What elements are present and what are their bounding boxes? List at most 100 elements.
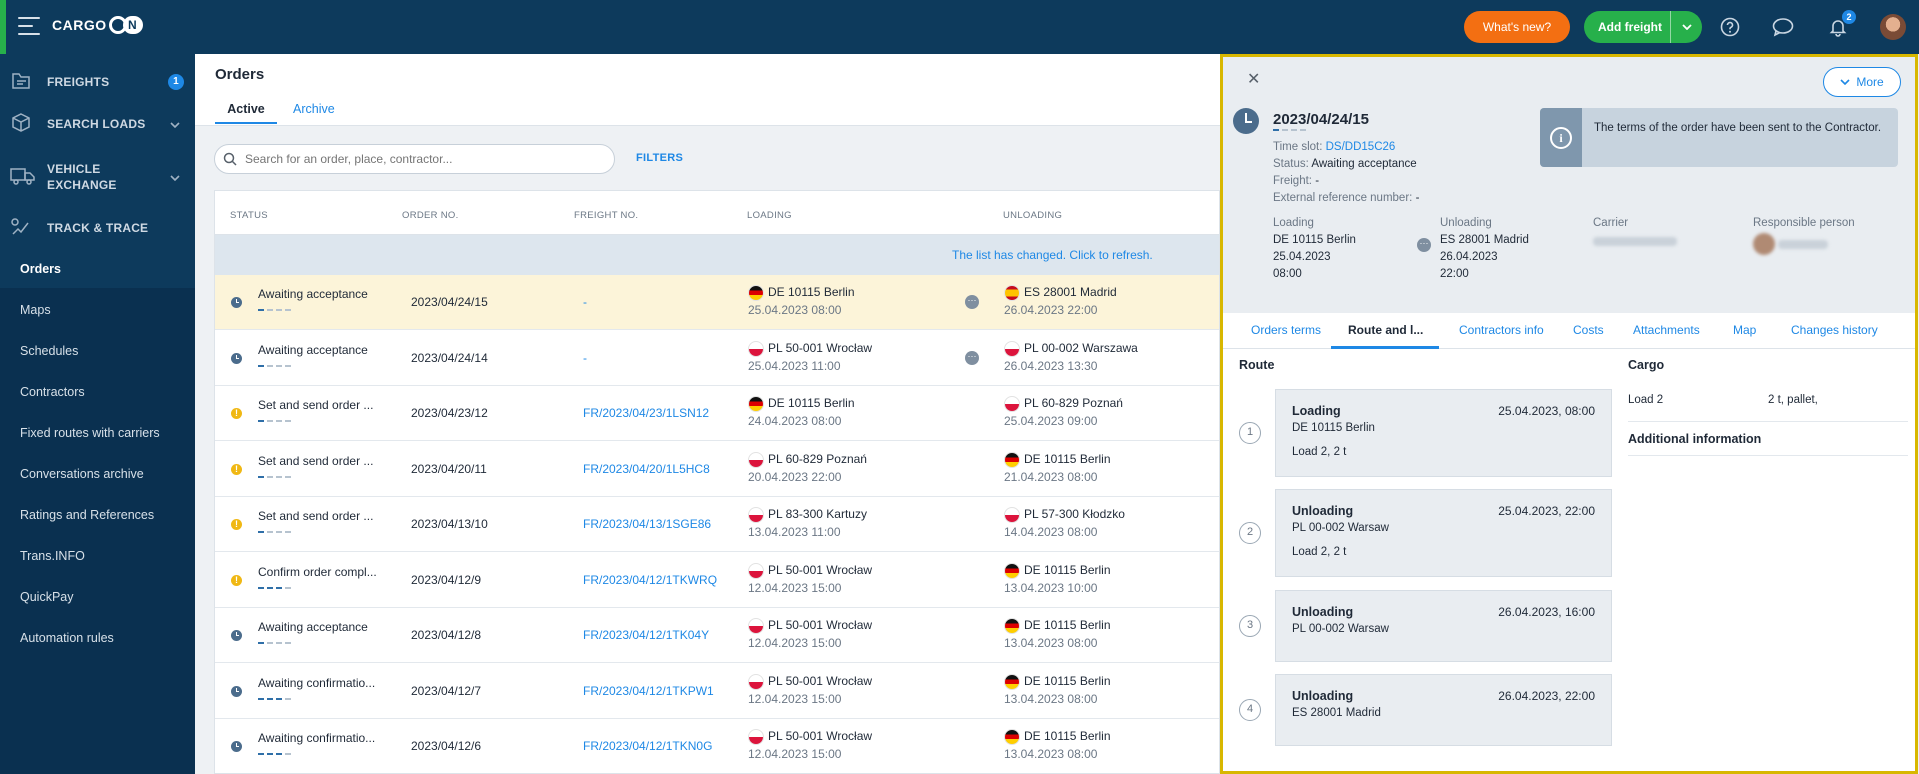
table-row[interactable]: Awaiting acceptance 2023/04/12/8 FR/2023/0…	[215, 608, 1219, 663]
status: Status: Awaiting acceptance	[1273, 158, 1417, 170]
route-arrow-icon: ···	[1417, 238, 1431, 252]
refresh-banner[interactable]: The list has changed. Click to refresh.	[215, 235, 1219, 275]
table-row[interactable]: ! Set and send order ... 2023/04/13/10 FR/2…	[215, 497, 1219, 552]
freight-number-link[interactable]: FR/2023/04/13/1SGE86	[583, 517, 711, 531]
order-number: 2023/04/13/10	[411, 517, 488, 531]
whats-new-button[interactable]: What's new?	[1464, 11, 1570, 43]
page-header: Orders Active Archive	[195, 54, 1220, 126]
route-details-icon[interactable]: ···	[965, 350, 979, 365]
order-number: 2023/04/12/9	[411, 572, 482, 587]
freight-number-link[interactable]: FR/2023/04/12/1TKPW1	[583, 684, 714, 698]
sidebar-item-maps[interactable]: Maps	[20, 303, 51, 317]
order-detail-panel: ✕ More 2023/04/24/15 Time slot: DS/DD15C…	[1220, 54, 1918, 774]
table-row[interactable]: Awaiting confirmatio... 2023/04/12/7 FR/20…	[215, 663, 1219, 719]
table-row[interactable]: ! Set and send order ... 2023/04/23/12 FR/2…	[215, 386, 1219, 441]
status-progress	[258, 309, 291, 311]
unloading-place: ES 28001 Madrid	[1024, 285, 1117, 299]
logo-on: N	[108, 16, 143, 34]
table-row[interactable]: ! Confirm order compl... 2023/04/12/9 FR/20…	[215, 552, 1219, 608]
tab-route[interactable]: Route and l...	[1348, 323, 1423, 337]
tab-active[interactable]: Active	[215, 102, 277, 124]
route-step-card: Loading 25.04.2023, 08:00 DE 10115 Berlin L…	[1275, 389, 1612, 477]
notification-badge: 2	[1842, 10, 1856, 24]
table-row[interactable]: Awaiting confirmatio... 2023/04/12/6 FR/20…	[215, 719, 1219, 773]
table-row[interactable]: Awaiting acceptance 2023/04/24/14 - PL 50-0…	[215, 330, 1219, 386]
tab-costs[interactable]: Costs	[1573, 323, 1604, 337]
sidebar-item-quickpay[interactable]: QuickPay	[20, 590, 74, 604]
sidebar-item-search-loads[interactable]: SEARCH LOADS	[0, 113, 195, 134]
more-button[interactable]: More	[1823, 67, 1901, 97]
add-freight-button[interactable]: Add freight	[1584, 11, 1702, 43]
table-row[interactable]: Awaiting acceptance 2023/04/24/15 - DE 1011…	[215, 275, 1219, 330]
status-progress	[1273, 129, 1306, 131]
tab-archive[interactable]: Archive	[293, 102, 335, 116]
tab-map[interactable]: Map	[1733, 323, 1756, 337]
route-details-icon[interactable]: ···	[965, 295, 979, 309]
step-type: Unloading	[1292, 689, 1354, 703]
freight-number-link[interactable]: FR/2023/04/20/1L5HC8	[583, 462, 710, 476]
order-number: 2023/04/23/12	[411, 406, 488, 420]
chevron-down-icon	[170, 117, 180, 131]
filters-button[interactable]: FILTERS	[636, 152, 683, 164]
step-type: Unloading	[1292, 605, 1354, 619]
responsible-info: Responsible person	[1753, 217, 1855, 255]
sidebar-item-transinfo[interactable]: Trans.INFO	[20, 549, 85, 563]
status-text: Awaiting acceptance	[258, 342, 368, 357]
sidebar-item-label: SEARCH LOADS	[47, 117, 146, 131]
col-unloading[interactable]: UNLOADING	[1003, 210, 1062, 221]
sidebar-item-contractors[interactable]: Contractors	[20, 385, 85, 399]
chevron-down-icon[interactable]	[1670, 11, 1702, 43]
freight-number-link[interactable]: FR/2023/04/12/1TK04Y	[583, 628, 709, 642]
warning-icon: !	[231, 519, 242, 530]
chat-icon[interactable]	[1770, 14, 1796, 40]
freight-number-link[interactable]: FR/2023/04/12/1TKWRQ	[583, 573, 717, 587]
step-date: 25.04.2023, 08:00	[1498, 404, 1595, 418]
tab-contractors-info[interactable]: Contractors info	[1459, 323, 1544, 337]
status-progress	[258, 475, 291, 478]
loading-place: PL 50-001 Wrocław	[768, 673, 873, 688]
col-loading[interactable]: LOADING	[747, 210, 792, 221]
sidebar-item-freights[interactable]: FREIGHTS 1	[0, 72, 195, 92]
loading-date: 12.04.2023 15:00	[748, 747, 842, 761]
help-icon[interactable]	[1717, 14, 1743, 40]
step-date: 26.04.2023, 16:00	[1498, 605, 1595, 619]
chevron-down-icon	[170, 170, 180, 184]
status-text: Set and send order ...	[258, 398, 374, 412]
table-row[interactable]: ! Set and send order ... 2023/04/20/11 FR/2…	[215, 441, 1219, 497]
sidebar-item-track-trace[interactable]: TRACK & TRACE	[0, 218, 195, 238]
time-slot-link[interactable]: DS/DD15C26	[1326, 141, 1396, 153]
sidebar-item-orders[interactable]: Orders	[20, 262, 61, 276]
status-progress	[258, 531, 291, 533]
tab-attachments[interactable]: Attachments	[1633, 323, 1700, 337]
loading-date: 12.04.2023 15:00	[748, 636, 842, 650]
unloading-date: 13.04.2023 08:00	[1004, 691, 1098, 706]
status-text: Awaiting acceptance	[258, 287, 368, 301]
sidebar-item-automation[interactable]: Automation rules	[20, 631, 114, 645]
tab-changes-history[interactable]: Changes history	[1791, 323, 1878, 337]
menu-icon[interactable]	[18, 17, 40, 35]
refresh-link[interactable]: The list has changed. Click to refresh.	[952, 248, 1153, 262]
route-step-card: Unloading 26.04.2023, 22:00 ES 28001 Madri…	[1275, 674, 1612, 746]
search-input[interactable]	[245, 152, 595, 166]
freight-number-link[interactable]: FR/2023/04/23/1LSN12	[583, 406, 709, 420]
col-freight-no[interactable]: FREIGHT NO.	[574, 210, 638, 221]
main-content: Orders Active Archive FILTERS STATUS ORD…	[195, 54, 1220, 774]
sidebar-item-ratings[interactable]: Ratings and References	[20, 508, 154, 522]
col-status[interactable]: STATUS	[230, 210, 268, 221]
sidebar-item-vehicle-exchange[interactable]: VEHICLE EXCHANGE	[0, 160, 195, 194]
close-icon[interactable]: ✕	[1247, 69, 1260, 89]
search-field[interactable]	[214, 144, 615, 174]
loading-date: 12.04.2023 15:00	[748, 580, 842, 595]
tab-orders-terms[interactable]: Orders terms	[1251, 323, 1321, 337]
step-place: DE 10115 Berlin	[1292, 422, 1375, 434]
col-order-no[interactable]: ORDER NO.	[402, 210, 459, 221]
sidebar-submenu: Orders Maps Schedules Contractors Fixed …	[0, 248, 195, 774]
warning-icon: !	[231, 574, 242, 586]
freight-number-link[interactable]: FR/2023/04/12/1TKN0G	[583, 739, 712, 753]
avatar[interactable]	[1880, 14, 1906, 40]
step-load: Load 2, 2 t	[1292, 546, 1347, 558]
sidebar-item-schedules[interactable]: Schedules	[20, 344, 78, 358]
sidebar-item-fixed-routes[interactable]: Fixed routes with carriers	[20, 426, 160, 440]
sidebar-item-conversations[interactable]: Conversations archive	[20, 467, 144, 481]
logo[interactable]: CARGO N	[52, 16, 143, 34]
